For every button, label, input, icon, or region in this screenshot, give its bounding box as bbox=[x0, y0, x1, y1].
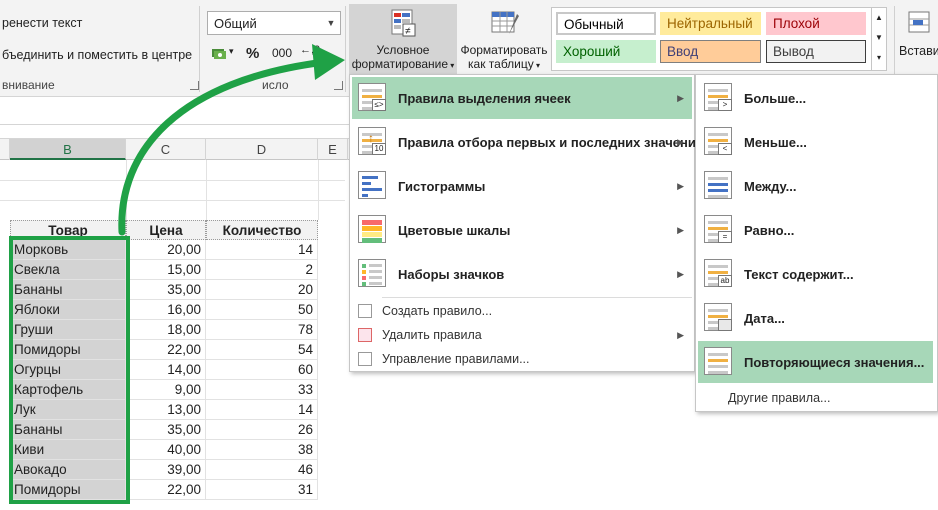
arrow-curve bbox=[118, 58, 329, 236]
greater-than-icon: > bbox=[704, 83, 732, 111]
submenu-item-date-occurring[interactable]: Дата... bbox=[698, 297, 933, 339]
chevron-right-icon: ▶ bbox=[677, 92, 684, 103]
submenu-item-less-than[interactable]: < Меньше... bbox=[698, 121, 933, 163]
menu-item-label: Правила выделения ячеек bbox=[398, 90, 571, 106]
clear-rules-item[interactable]: Удалить правила ▶ bbox=[352, 325, 692, 347]
between-icon bbox=[704, 171, 732, 199]
menu-separator bbox=[382, 297, 692, 298]
highlight-rules-submenu: > Больше... < Меньше... Между... = Равно... ab Т… bbox=[695, 74, 938, 412]
menu-item-data-bars[interactable]: Гистограммы ▶ bbox=[352, 165, 692, 207]
submenu-item-between[interactable]: Между... bbox=[698, 165, 933, 207]
less-than-icon: < bbox=[704, 127, 732, 155]
menu-item-top-bottom-rules[interactable]: ↑ 10 Правила отбора первых и последних зна… bbox=[352, 121, 704, 163]
menu-item-label: Наборы значков bbox=[398, 266, 505, 282]
conditional-formatting-menu: ≤> Правила выделения ячеек ▶ ↑ 10 Правила отб… bbox=[349, 74, 704, 372]
submenu-item-label: Текст содержит... bbox=[744, 266, 854, 282]
arrow-head bbox=[312, 44, 345, 80]
manage-rules-icon bbox=[358, 352, 372, 366]
menu-item-label: Управление правилами... bbox=[382, 352, 530, 366]
submenu-item-label: Дата... bbox=[744, 310, 785, 326]
more-rules-item[interactable]: Другие правила... bbox=[728, 391, 830, 405]
eraser-icon bbox=[358, 328, 372, 342]
menu-item-color-scales[interactable]: Цветовые шкалы ▶ bbox=[352, 209, 692, 251]
selection-outline bbox=[9, 236, 130, 504]
equal-to-icon: = bbox=[704, 215, 732, 243]
menu-item-highlight-rules[interactable]: ≤> Правила выделения ячеек ▶ bbox=[352, 77, 692, 119]
icon-sets-icon bbox=[358, 259, 386, 287]
submenu-item-duplicate-values[interactable]: Повторяющиеся значения... bbox=[698, 341, 933, 383]
submenu-item-label: Равно... bbox=[744, 222, 795, 238]
submenu-item-greater-than[interactable]: > Больше... bbox=[698, 77, 933, 119]
submenu-item-label: Больше... bbox=[744, 90, 807, 106]
top-bottom-rules-icon: ↑ 10 bbox=[358, 127, 386, 155]
data-bars-icon bbox=[358, 171, 386, 199]
menu-item-label: Удалить правила bbox=[382, 328, 482, 342]
menu-item-label: Правила отбора первых и последних значен… bbox=[398, 134, 704, 150]
chevron-right-icon: ▶ bbox=[677, 268, 684, 279]
submenu-item-label: Повторяющиеся значения... bbox=[744, 354, 925, 370]
menu-item-icon-sets[interactable]: Наборы значков ▶ bbox=[352, 253, 692, 295]
calendar-icon bbox=[718, 319, 732, 331]
submenu-item-equal-to[interactable]: = Равно... bbox=[698, 209, 933, 251]
text-contains-icon: ab bbox=[704, 259, 732, 287]
manage-rules-item[interactable]: Управление правилами... bbox=[352, 349, 692, 371]
chevron-right-icon: ▶ bbox=[677, 224, 684, 235]
submenu-item-text-contains[interactable]: ab Текст содержит... bbox=[698, 253, 933, 295]
menu-item-label: Создать правило... bbox=[382, 304, 493, 318]
submenu-item-label: Между... bbox=[744, 178, 797, 194]
chevron-right-icon: ▶ bbox=[677, 330, 684, 340]
new-rule-icon bbox=[358, 304, 372, 318]
excel-window: ренести текст бъединить и поместить в це… bbox=[0, 0, 938, 510]
duplicate-values-icon bbox=[704, 347, 732, 375]
menu-item-label: Гистограммы bbox=[398, 178, 486, 194]
date-occurring-icon bbox=[704, 303, 732, 331]
chevron-right-icon: ▶ bbox=[677, 136, 684, 147]
color-scales-icon bbox=[358, 215, 386, 243]
chevron-right-icon: ▶ bbox=[677, 180, 684, 191]
new-rule-item[interactable]: Создать правило... bbox=[352, 301, 692, 323]
highlight-rules-icon: ≤> bbox=[358, 83, 386, 111]
menu-item-label: Цветовые шкалы bbox=[398, 222, 511, 238]
submenu-item-label: Меньше... bbox=[744, 134, 807, 150]
